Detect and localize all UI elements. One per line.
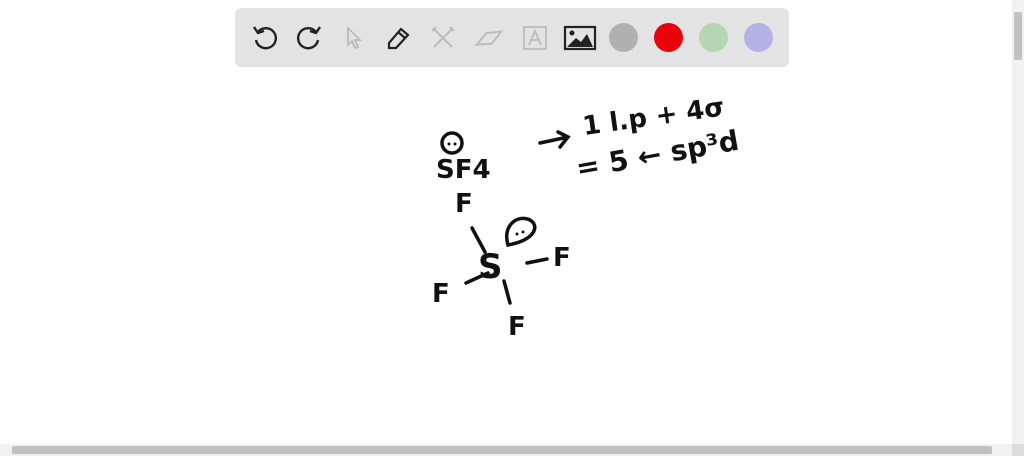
fluorine-right: F (553, 243, 571, 273)
scroll-corner (1012, 444, 1024, 456)
formula-label: SF4 (436, 155, 491, 185)
bond-right (525, 257, 549, 265)
fluorine-top: F (455, 189, 473, 219)
lone-pair-icon (504, 216, 537, 248)
arrow-right-icon (538, 130, 571, 149)
bond-bottom (502, 279, 512, 305)
horizontal-scrollbar[interactable] (0, 444, 1012, 456)
vertical-scroll-thumb[interactable] (1014, 12, 1022, 60)
fluorine-left: F (432, 279, 450, 309)
drawing-canvas[interactable]: SF4 1 l.p + 4σ = 5 ← sp³d F S F F F (0, 0, 1010, 444)
horizontal-scroll-thumb[interactable] (12, 446, 992, 454)
sulfur-center: S (478, 247, 503, 287)
vertical-scrollbar[interactable] (1012, 0, 1024, 444)
fluorine-bottom: F (508, 312, 526, 342)
lone-pair-icon (440, 131, 464, 155)
